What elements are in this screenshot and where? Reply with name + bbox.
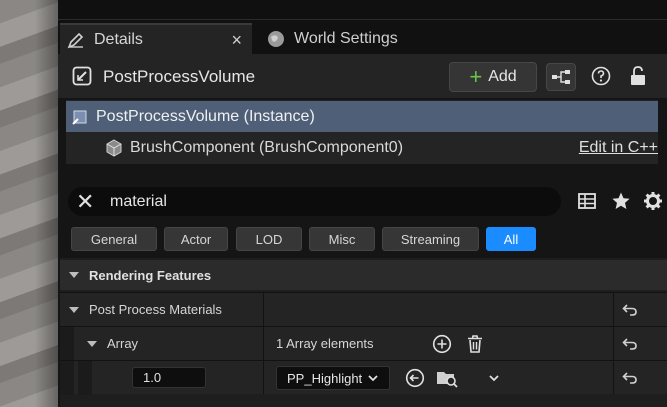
filter-all[interactable]: All <box>486 227 536 251</box>
plus-icon: + <box>469 64 483 89</box>
caret-down-icon <box>69 306 79 313</box>
close-icon[interactable]: × <box>231 30 242 51</box>
chevron-down-icon <box>367 372 379 387</box>
filter-general[interactable]: General <box>71 227 157 251</box>
add-component-button[interactable]: + Add <box>449 62 537 92</box>
globe-icon <box>266 29 286 49</box>
indent-guide <box>60 327 74 361</box>
component-icon <box>70 107 90 127</box>
add-button-label: Add <box>488 68 517 85</box>
edit-in-cpp-link[interactable]: Edit in C++ <box>579 139 658 157</box>
caret-down-icon <box>87 340 97 347</box>
help-icon[interactable] <box>591 66 611 86</box>
section-title: Rendering Features <box>89 267 212 283</box>
chevron-down-icon[interactable] <box>484 368 504 388</box>
post-process-materials-label: Post Process Materials <box>89 302 222 317</box>
table-icon[interactable] <box>577 191 597 211</box>
post-process-materials-expander[interactable]: Post Process Materials <box>60 293 222 326</box>
array-count: 1 Array elements <box>276 336 374 351</box>
tree-item-instance-label: PostProcessVolume (Instance) <box>96 107 315 125</box>
trash-icon[interactable] <box>465 334 485 354</box>
property-grid: Rendering Features Post Process Material… <box>60 258 667 407</box>
details-panel: Details × World Settings PostProcessVolu… <box>58 0 667 407</box>
indent-guide <box>78 361 92 395</box>
star-icon[interactable] <box>611 191 631 211</box>
array-label: Array <box>107 336 139 351</box>
column-divider <box>613 361 614 394</box>
search-input[interactable]: material <box>110 193 167 211</box>
browse-folder-icon[interactable] <box>436 368 458 388</box>
column-divider <box>263 361 264 394</box>
add-element-icon[interactable] <box>432 334 452 354</box>
material-asset-name: PP_Highlight <box>287 370 363 386</box>
actor-icon <box>72 66 92 86</box>
column-divider <box>613 327 614 360</box>
property-row-post-process-materials: Post Process Materials <box>60 292 667 326</box>
hierarchy-icon <box>552 70 570 84</box>
gear-icon[interactable] <box>643 191 663 211</box>
reset-arrow-icon[interactable] <box>622 336 638 352</box>
array-expander[interactable]: Array <box>78 327 138 360</box>
column-divider <box>263 327 264 360</box>
tree-item-brush-label: BrushComponent (BrushComponent0) <box>130 138 404 156</box>
filter-actor[interactable]: Actor <box>164 227 228 251</box>
page-title: PostProcessVolume <box>103 67 256 86</box>
tab-bar: Details × World Settings <box>58 20 667 54</box>
reset-arrow-icon[interactable] <box>622 302 638 318</box>
tree-item-instance[interactable]: PostProcessVolume (Instance) <box>66 101 658 132</box>
use-selected-asset-icon[interactable] <box>405 368 425 388</box>
filter-misc[interactable]: Misc <box>309 227 375 251</box>
section-rendering-features[interactable]: Rendering Features <box>60 260 667 290</box>
reset-arrow-icon[interactable] <box>622 370 638 386</box>
clear-search-icon[interactable]: ✕ <box>68 189 98 215</box>
indent-guide <box>60 361 74 395</box>
caret-down-icon <box>69 272 79 278</box>
tree-item-brush[interactable]: BrushComponent (BrushComponent0) Edit in… <box>66 132 658 163</box>
tab-world-settings-label: World Settings <box>294 29 398 47</box>
property-row-array-element: 1.0 PP_Highlight <box>60 360 667 395</box>
tab-world-settings[interactable]: World Settings <box>260 23 460 54</box>
component-tree: PostProcessVolume (Instance) BrushCompon… <box>66 100 658 164</box>
cube-icon <box>104 138 124 158</box>
material-asset-picker[interactable]: PP_Highlight <box>276 366 390 390</box>
top-strip <box>58 0 667 20</box>
element-weight-input[interactable]: 1.0 <box>132 367 206 388</box>
filter-streaming[interactable]: Streaming <box>382 227 479 251</box>
column-divider <box>263 293 264 326</box>
column-divider <box>613 293 614 326</box>
pencil-icon <box>66 30 86 50</box>
filter-lod[interactable]: LOD <box>236 227 302 251</box>
tab-details-label: Details <box>94 30 143 48</box>
details-header: PostProcessVolume + Add <box>58 54 667 98</box>
hierarchy-button[interactable] <box>546 63 576 91</box>
tab-details[interactable]: Details × <box>60 23 252 54</box>
lock-icon[interactable] <box>629 65 647 87</box>
viewport-background <box>0 0 58 407</box>
search-field[interactable]: ✕ material <box>68 187 561 216</box>
property-row-array: Array 1 Array elements <box>60 326 667 361</box>
